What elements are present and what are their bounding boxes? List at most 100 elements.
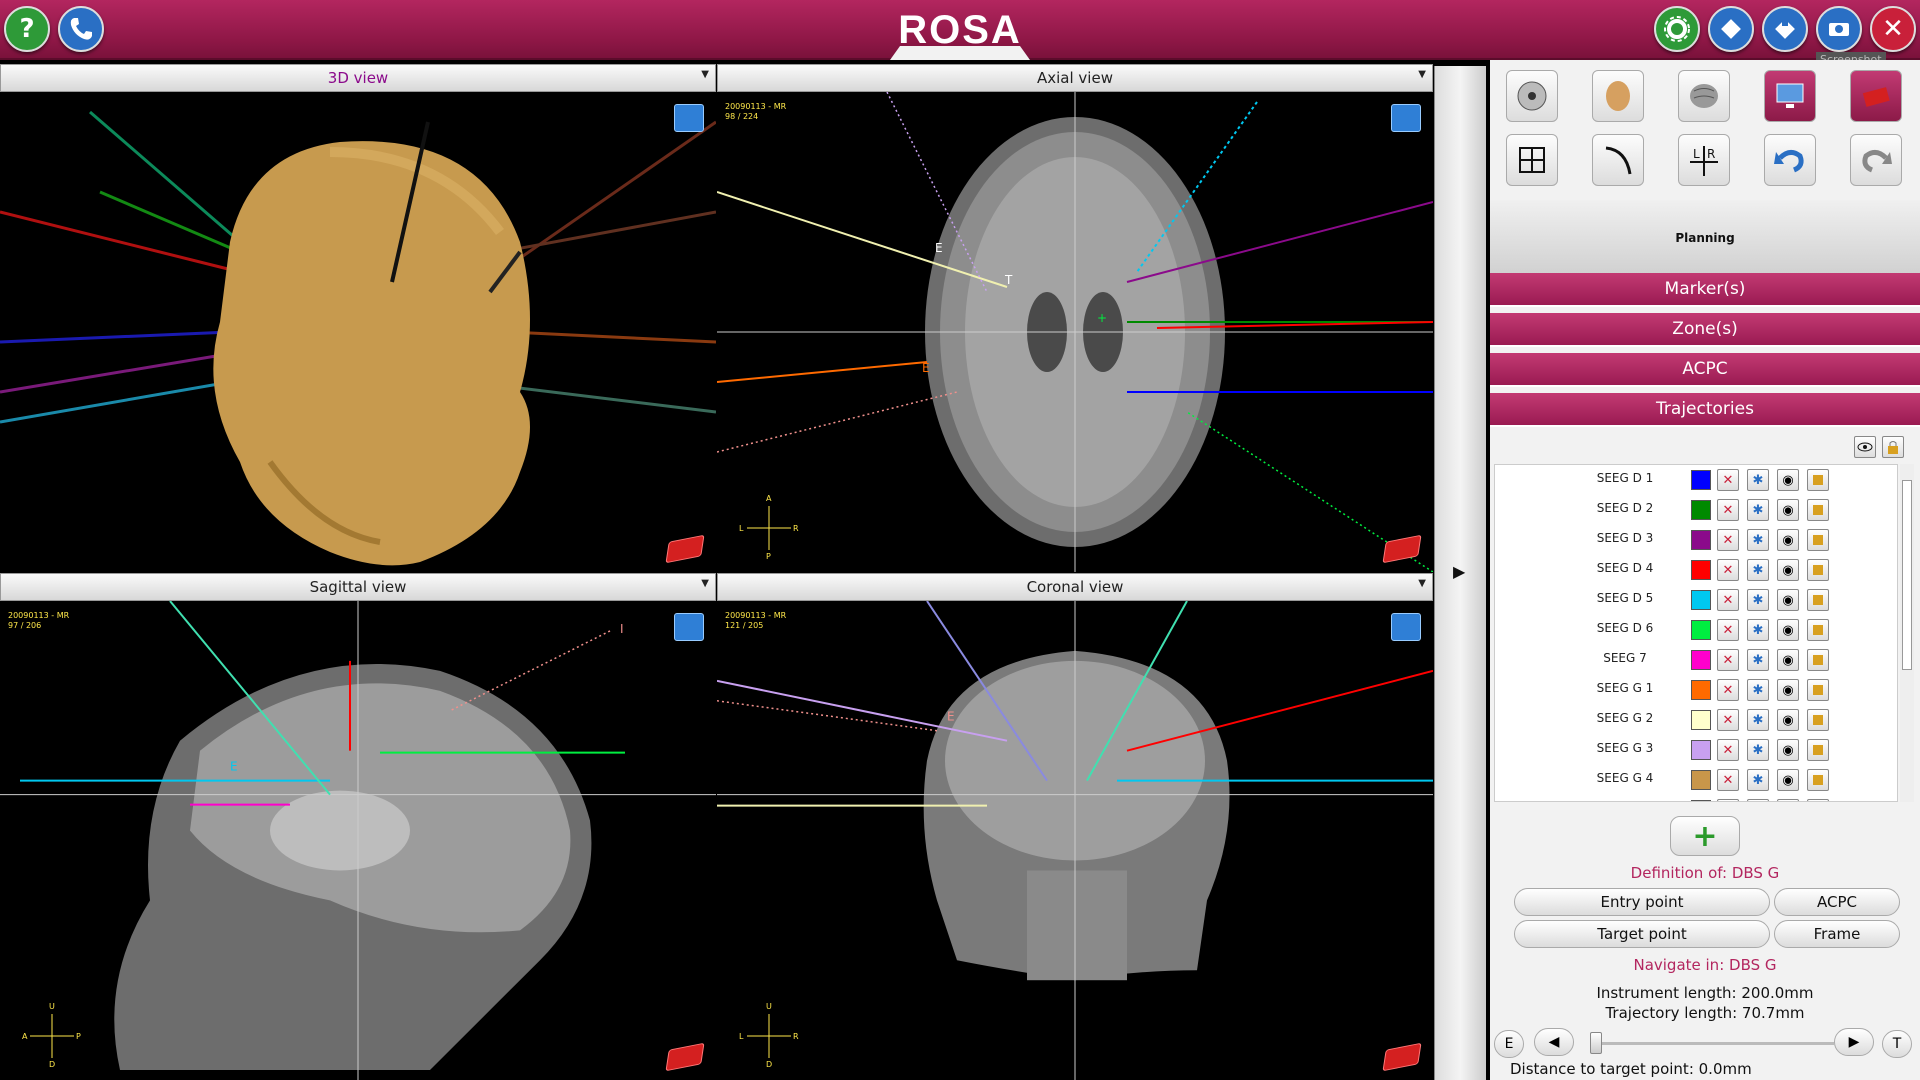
section-markers[interactable]: Marker(s) [1490,273,1920,307]
view-coronal[interactable]: Coronal view ▼ E 20090113 - MR 121 / 205… [717,573,1433,1080]
view-3d-canvas[interactable] [0,92,716,572]
trajectory-row[interactable]: SEEG D 5 ✕ ✱ ◉ [1495,585,1897,615]
acpc-button[interactable]: ACPC [1774,888,1900,916]
delete-trajectory-button[interactable]: ✕ [1717,709,1739,731]
maximize-icon[interactable] [674,613,704,641]
trajectory-row[interactable]: SEEG D 6 ✕ ✱ ◉ [1495,615,1897,645]
head-button[interactable] [1592,70,1644,122]
step-back-button[interactable]: ◀ [1534,1028,1574,1056]
eye-all-button[interactable] [1854,436,1876,458]
collapse-panel[interactable]: ▶ [1434,66,1486,1080]
slider-track[interactable] [1594,1042,1834,1045]
view-coronal-canvas[interactable]: E [717,601,1433,1080]
step-forward-button[interactable]: ▶ [1834,1028,1874,1056]
trajectory-color-swatch[interactable] [1691,560,1711,580]
trajectory-color-swatch[interactable] [1691,770,1711,790]
view-axial-header[interactable]: Axial view ▼ [717,64,1433,92]
delete-trajectory-button[interactable]: ✕ [1717,499,1739,521]
lock-trajectory-button[interactable] [1807,709,1829,731]
maximize-icon[interactable] [674,104,704,132]
trajectory-row[interactable]: SEEG D 2 ✕ ✱ ◉ [1495,495,1897,525]
view-3d[interactable]: 3D view ▼ [0,64,716,572]
trajectory-color-swatch[interactable] [1691,500,1711,520]
trajectory-color-swatch[interactable] [1691,800,1711,801]
target-point-button[interactable]: Target point [1514,920,1770,948]
lock-trajectory-button[interactable] [1807,739,1829,761]
delete-trajectory-button[interactable]: ✕ [1717,649,1739,671]
maximize-icon[interactable] [1391,613,1421,641]
lock-trajectory-button[interactable] [1807,559,1829,581]
load-button[interactable] [1708,6,1754,52]
layout-button[interactable] [1506,134,1558,186]
settings-trajectory-button[interactable]: ✱ [1747,709,1769,731]
trajectory-color-swatch[interactable] [1691,470,1711,490]
visibility-trajectory-button[interactable]: ◉ [1777,679,1799,701]
section-acpc[interactable]: ACPC [1490,353,1920,387]
phone-button[interactable] [58,6,104,52]
view-axial[interactable]: Axial view ▼ E T E + 20090113 - MR 98 / … [717,64,1433,572]
settings-trajectory-button[interactable]: ✱ [1747,679,1769,701]
trajectory-color-swatch[interactable] [1691,650,1711,670]
section-zones[interactable]: Zone(s) [1490,313,1920,347]
chevron-down-icon[interactable]: ▼ [701,69,709,80]
visibility-trajectory-button[interactable]: ◉ [1777,619,1799,641]
lock-trajectory-button[interactable] [1807,769,1829,791]
lock-all-button[interactable] [1882,436,1904,458]
trajectory-row[interactable]: SEEG G 5 ✕ ✱ ◉ [1495,795,1897,801]
trajectory-color-swatch[interactable] [1691,710,1711,730]
scroll-thumb[interactable] [1902,480,1912,670]
close-button[interactable]: ✕ [1870,6,1916,52]
settings-trajectory-button[interactable]: ✱ [1747,499,1769,521]
view-coronal-header[interactable]: Coronal view ▼ [717,573,1433,601]
lr-button[interactable]: LR [1678,134,1730,186]
add-trajectory-button[interactable]: + [1670,816,1740,856]
lock-trajectory-button[interactable] [1807,619,1829,641]
disc-button[interactable] [1506,70,1558,122]
delete-trajectory-button[interactable]: ✕ [1717,799,1739,801]
chevron-down-icon[interactable]: ▼ [1418,69,1426,80]
section-trajectories[interactable]: Trajectories [1490,393,1920,427]
delete-trajectory-button[interactable]: ✕ [1717,619,1739,641]
visibility-trajectory-button[interactable]: ◉ [1777,559,1799,581]
trajectory-color-swatch[interactable] [1691,590,1711,610]
visibility-trajectory-button[interactable]: ◉ [1777,529,1799,551]
target-jump-button[interactable]: T [1882,1030,1912,1058]
curve-button[interactable] [1592,134,1644,186]
trajectory-row[interactable]: SEEG D 4 ✕ ✱ ◉ [1495,555,1897,585]
settings-button[interactable] [1654,6,1700,52]
frame-button[interactable]: Frame [1774,920,1900,948]
trajectory-scrollbar[interactable] [1900,464,1914,802]
delete-trajectory-button[interactable]: ✕ [1717,469,1739,491]
view-sagittal[interactable]: Sagittal view ▼ E I 20090113 - MR 97 / 2… [0,573,716,1080]
visibility-trajectory-button[interactable]: ◉ [1777,769,1799,791]
visibility-trajectory-button[interactable]: ◉ [1777,589,1799,611]
visibility-trajectory-button[interactable]: ◉ [1777,799,1799,801]
trajectory-row[interactable]: SEEG G 1 ✕ ✱ ◉ [1495,675,1897,705]
delete-trajectory-button[interactable]: ✕ [1717,679,1739,701]
brain-button[interactable] [1678,70,1730,122]
visibility-trajectory-button[interactable]: ◉ [1777,709,1799,731]
delete-trajectory-button[interactable]: ✕ [1717,589,1739,611]
visibility-trajectory-button[interactable]: ◉ [1777,739,1799,761]
trajectory-color-swatch[interactable] [1691,740,1711,760]
help-button[interactable]: ? [4,6,50,52]
trajectory-color-swatch[interactable] [1691,620,1711,640]
settings-trajectory-button[interactable]: ✱ [1747,619,1769,641]
view-sagittal-header[interactable]: Sagittal view ▼ [0,573,716,601]
settings-trajectory-button[interactable]: ✱ [1747,649,1769,671]
save-button[interactable] [1762,6,1808,52]
settings-trajectory-button[interactable]: ✱ [1747,469,1769,491]
entry-point-button[interactable]: Entry point [1514,888,1770,916]
trajectory-color-swatch[interactable] [1691,530,1711,550]
view-sagittal-canvas[interactable]: E I [0,601,716,1080]
monitor-button[interactable] [1764,70,1816,122]
lock-trajectory-button[interactable] [1807,529,1829,551]
chevron-down-icon[interactable]: ▼ [701,578,709,589]
trajectory-list[interactable]: SEEG D 1 ✕ ✱ ◉ SEEG D 2 ✕ ✱ ◉ SEEG D 3 ✕ ✱ ◉ SEEG D … [1494,464,1898,802]
trajectory-color-swatch[interactable] [1691,680,1711,700]
play-arrow-icon[interactable]: ▶ [1453,562,1465,581]
trajectory-row[interactable]: SEEG G 2 ✕ ✱ ◉ [1495,705,1897,735]
settings-trajectory-button[interactable]: ✱ [1747,589,1769,611]
trajectory-row[interactable]: SEEG G 4 ✕ ✱ ◉ [1495,765,1897,795]
trajectory-row[interactable]: SEEG G 3 ✕ ✱ ◉ [1495,735,1897,765]
